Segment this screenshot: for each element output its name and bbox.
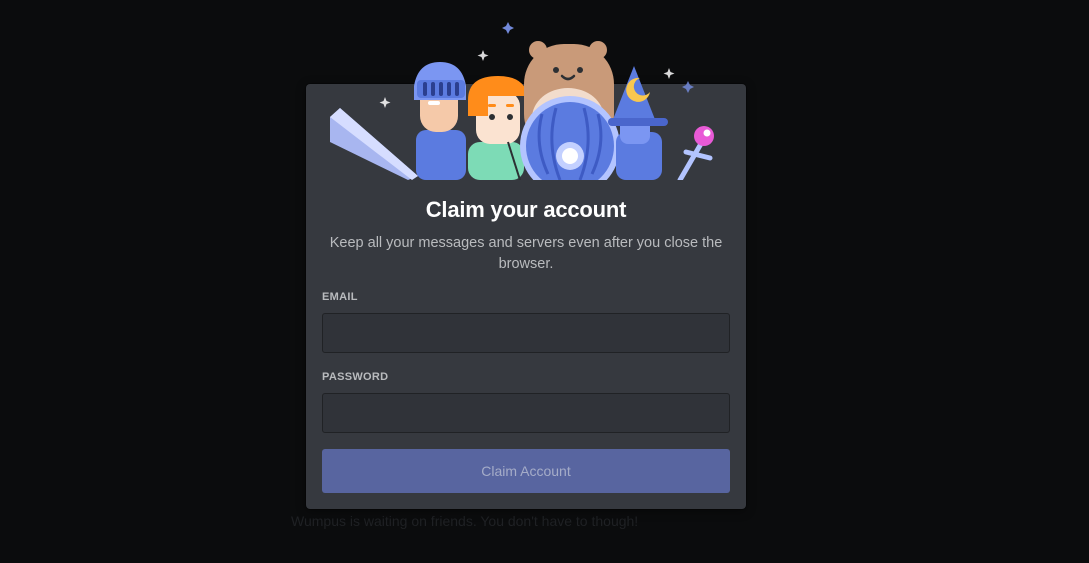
background-text: Wumpus is waiting on friends. You don't … xyxy=(291,513,639,529)
wumpus-party-illustration xyxy=(330,22,714,180)
wand-icon xyxy=(677,126,714,180)
modal-subtitle: Keep all your messages and servers even … xyxy=(329,235,723,272)
password-label: PASSWORD xyxy=(322,371,389,383)
knight-character xyxy=(414,62,466,180)
sparkle-icon xyxy=(502,22,514,34)
claim-account-button[interactable]: Claim Account xyxy=(322,449,730,493)
email-label: EMAIL xyxy=(322,291,358,303)
modal-title: Claim your account xyxy=(425,197,627,222)
adventurer-character xyxy=(468,76,528,180)
wizard-character xyxy=(608,66,668,180)
sword-icon xyxy=(330,108,418,180)
password-field[interactable] xyxy=(322,393,730,433)
email-field[interactable] xyxy=(322,313,730,353)
